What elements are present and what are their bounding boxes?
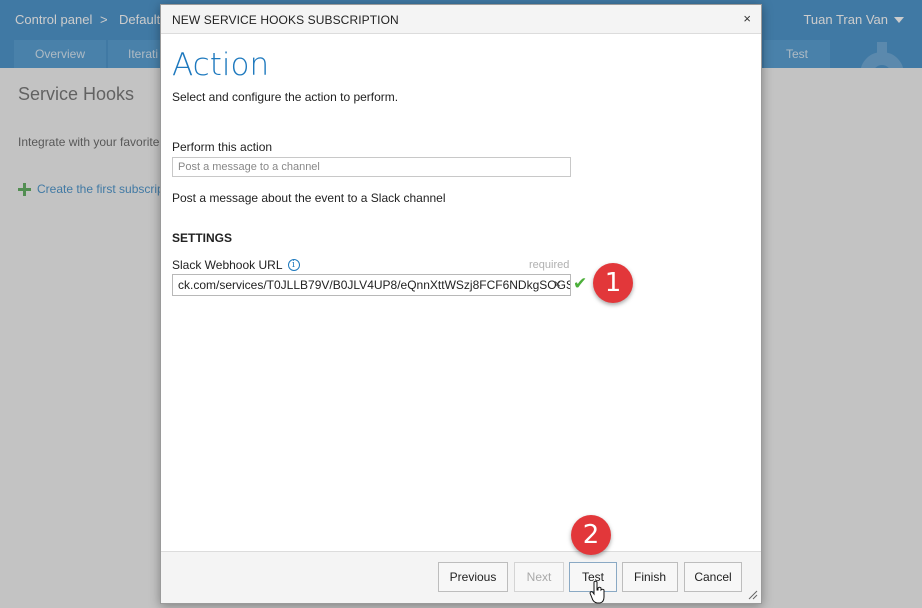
- perform-action-description: Post a message about the event to a Slac…: [172, 191, 446, 205]
- required-hint: required: [529, 259, 570, 271]
- perform-action-label: Perform this action: [172, 140, 273, 154]
- action-subheading: Select and configure the action to perfo…: [172, 90, 399, 104]
- service-hooks-dialog: NEW SERVICE HOOKS SUBSCRIPTION × Action …: [160, 4, 762, 604]
- step-1-badge: 1: [593, 263, 633, 303]
- webhook-url-input[interactable]: ck.com/services/T0JLLB79V/B0JLV4UP8/eQnn…: [172, 274, 571, 296]
- previous-button[interactable]: Previous: [438, 562, 508, 592]
- info-icon[interactable]: i: [287, 259, 300, 271]
- valid-check-icon: ✔: [573, 274, 588, 293]
- hand-cursor-icon: [589, 580, 605, 604]
- close-icon[interactable]: ×: [743, 11, 751, 26]
- resize-grip-icon[interactable]: [748, 590, 758, 600]
- settings-heading: SETTINGS: [172, 231, 233, 245]
- webhook-url-label-row: Slack Webhook URL i: [172, 258, 300, 272]
- finish-button[interactable]: Finish: [622, 562, 678, 592]
- perform-action-field[interactable]: Post a message to a channel: [172, 157, 571, 177]
- step-2-badge: 2: [571, 515, 611, 555]
- next-button[interactable]: Next: [514, 562, 564, 592]
- dialog-title: NEW SERVICE HOOKS SUBSCRIPTION: [172, 13, 399, 27]
- webhook-url-label: Slack Webhook URL: [172, 258, 283, 272]
- cancel-button[interactable]: Cancel: [684, 562, 742, 592]
- clear-icon[interactable]: ×: [554, 277, 561, 291]
- dialog-header: NEW SERVICE HOOKS SUBSCRIPTION ×: [161, 5, 761, 34]
- action-heading: Action: [172, 47, 270, 83]
- dialog-footer: Previous Next Test Finish Cancel: [161, 551, 761, 603]
